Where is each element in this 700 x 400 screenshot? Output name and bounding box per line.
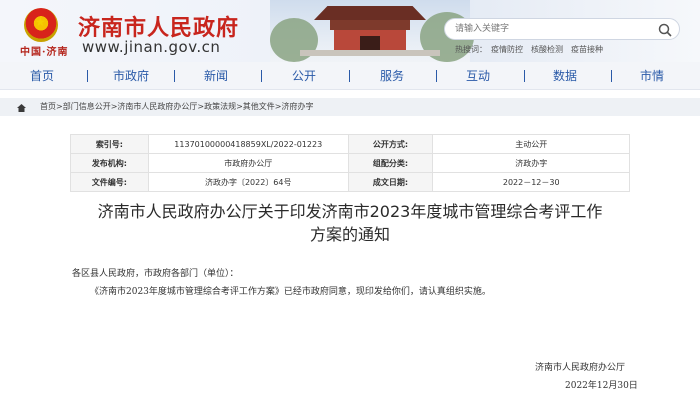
table-row: 索引号: 11370100000418859XL/2022-01223 公开方式… <box>70 134 630 154</box>
search-input[interactable] <box>445 19 651 39</box>
info-label: 文件编号: <box>70 172 149 192</box>
document-title-line: 济南市人民政府办公厅关于印发济南市2023年度城市管理综合考评工作 <box>97 202 603 221</box>
nav-item-news[interactable]: 新闻 <box>196 62 236 90</box>
emblem-star-icon: ★ <box>35 15 46 29</box>
info-label: 发布机构: <box>70 153 149 173</box>
hot-search-term[interactable]: 核酸检测 <box>531 45 563 54</box>
info-label: 索引号: <box>70 134 149 154</box>
hot-search-bar: 热搜词： 疫情防控 核酸检测 疫苗接种 <box>455 44 611 55</box>
info-value: 济政办字 <box>432 153 630 173</box>
nav-item-interaction[interactable]: 互动 <box>458 62 498 90</box>
document-paragraph: 《济南市2023年度城市管理综合考评工作方案》已经市政府同意，现印发给你们，请认… <box>90 287 491 297</box>
nav-item-city-info[interactable]: 市情 <box>632 62 672 90</box>
document-info-table: 索引号: 11370100000418859XL/2022-01223 公开方式… <box>70 134 630 192</box>
nav-divider <box>611 70 612 82</box>
nav-divider <box>349 70 350 82</box>
info-value: 2022－12－30 <box>432 172 630 192</box>
brand-logo-text: 中国·济南 <box>20 47 69 58</box>
nav-item-data[interactable]: 数据 <box>545 62 585 90</box>
info-label: 组配分类: <box>347 153 434 173</box>
signature-organization: 济南市人民政府办公厅 <box>535 363 626 373</box>
document-title-line: 方案的通知 <box>309 225 390 244</box>
signature-date: 2022年12月30日 <box>565 381 638 391</box>
site-header: ★ 中国·济南 济南市人民政府 www.jinan.gov.cn 热搜词：疫情防… <box>0 0 700 62</box>
info-value: 主动公开 <box>432 134 630 154</box>
info-value: 11370100000418859XL/2022-01223 <box>147 134 349 154</box>
search-icon[interactable] <box>657 22 673 38</box>
nav-divider <box>524 70 525 82</box>
hot-search-label: 热搜词： <box>455 45 487 54</box>
hot-search-term[interactable]: 疫情防控 <box>491 45 523 54</box>
nav-item-public[interactable]: 公开 <box>284 62 324 90</box>
site-url: www.jinan.gov.cn <box>82 38 221 56</box>
info-label: 成文日期: <box>347 172 434 192</box>
home-icon[interactable] <box>17 104 26 112</box>
header-banner-image <box>270 0 474 62</box>
nav-item-service[interactable]: 服务 <box>372 62 412 90</box>
info-value: 市政府办公厅 <box>147 153 349 173</box>
document-title: 济南市人民政府办公厅关于印发济南市2023年度城市管理综合考评工作 方案的通知 <box>60 200 640 246</box>
nav-divider <box>174 70 175 82</box>
table-row: 发布机构: 市政府办公厅 组配分类: 济政办字 <box>70 153 630 173</box>
info-label: 公开方式: <box>347 134 434 154</box>
nav-divider <box>436 70 437 82</box>
nav-divider <box>261 70 262 82</box>
main-nav: 首页 市政府 新闻 公开 服务 互动 数据 市情 <box>0 62 700 90</box>
document-salutation: 各区县人民政府，市政府各部门（单位）： <box>72 269 239 279</box>
nav-item-home[interactable]: 首页 <box>22 62 62 90</box>
breadcrumb[interactable]: 首页>部门信息公开>济南市人民政府办公厅>政策法规>其他文件>济府办字 <box>40 101 314 112</box>
search-box <box>444 18 680 40</box>
hot-search-term[interactable]: 疫苗接种 <box>571 45 603 54</box>
nav-divider <box>87 70 88 82</box>
info-value: 济政办字〔2022〕64号 <box>147 172 349 192</box>
table-row: 文件编号: 济政办字〔2022〕64号 成文日期: 2022－12－30 <box>70 172 630 192</box>
nav-item-government[interactable]: 市政府 <box>108 62 154 90</box>
